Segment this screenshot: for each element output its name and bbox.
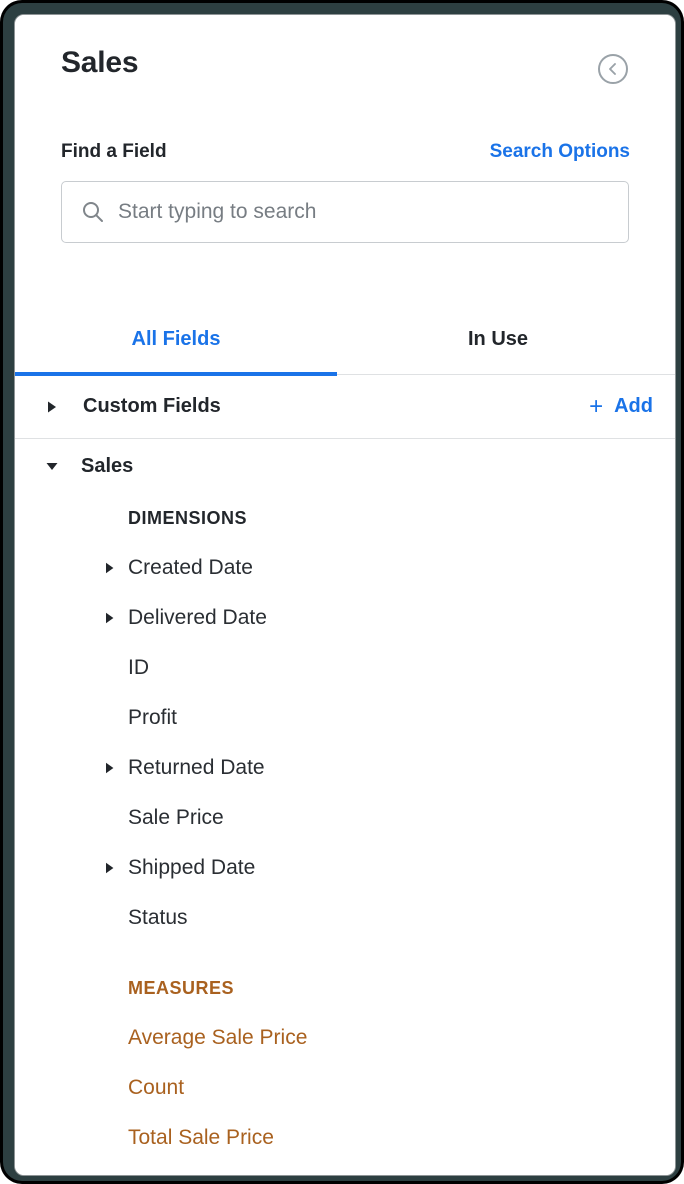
device-bezel: Sales Find a Field Search Options Start … xyxy=(3,3,681,1181)
field-row[interactable]: Created Date xyxy=(15,543,675,593)
add-button-label: Add xyxy=(614,395,653,417)
field-row[interactable]: Delivered Date xyxy=(15,593,675,643)
find-a-field-label: Find a Field xyxy=(61,141,167,162)
field-row[interactable]: Average Sale Price xyxy=(15,1013,675,1063)
caret-right-icon[interactable] xyxy=(101,562,119,574)
field-label: Total Sale Price xyxy=(128,1126,274,1149)
field-tabs: All Fields In Use xyxy=(15,303,675,375)
add-custom-field-button[interactable]: + Add xyxy=(589,392,653,420)
field-label: Count xyxy=(128,1076,185,1099)
section-heading-dimension: DIMENSIONS xyxy=(128,507,248,528)
field-label: Sale Price xyxy=(128,806,224,829)
field-label: Average Sale Price xyxy=(128,1026,308,1049)
field-label: Delivered Date xyxy=(128,606,267,629)
field-label: Profit xyxy=(128,706,178,729)
caret-right-icon[interactable] xyxy=(101,862,119,874)
field-row[interactable]: Status xyxy=(15,893,675,943)
device-frame: Sales Find a Field Search Options Start … xyxy=(0,0,684,1184)
caret-down-icon[interactable] xyxy=(43,461,61,472)
field-row[interactable]: Total Sale Price xyxy=(15,1113,675,1163)
field-list: DIMENSIONS Created Date Delivered Date ID Pr… xyxy=(15,493,675,1163)
field-row[interactable]: Shipped Date xyxy=(15,843,675,893)
custom-fields-label: Custom Fields xyxy=(83,395,221,417)
panel-header: Sales xyxy=(15,15,675,115)
field-label: Returned Date xyxy=(128,756,265,779)
field-label: Status xyxy=(128,906,188,929)
plus-icon: + xyxy=(589,392,604,420)
field-row[interactable]: ID xyxy=(15,643,675,693)
field-label: Shipped Date xyxy=(128,856,256,879)
search-field[interactable] xyxy=(61,181,629,243)
tab-all-fields[interactable]: All Fields xyxy=(15,303,337,375)
field-row[interactable]: Count xyxy=(15,1063,675,1113)
device-screen: Sales Find a Field Search Options Start … xyxy=(14,14,676,1176)
caret-right-icon[interactable] xyxy=(101,612,119,624)
field-row[interactable]: Returned Date xyxy=(15,743,675,793)
search-icon xyxy=(62,199,124,225)
custom-fields-row[interactable]: Custom Fields + Add xyxy=(15,375,675,438)
caret-right-icon[interactable] xyxy=(43,401,61,413)
field-row[interactable]: Sale Price xyxy=(15,793,675,843)
section-heading-measure: MEASURES xyxy=(128,977,235,998)
chevron-left-circle-icon[interactable] xyxy=(598,54,628,84)
tab-in-use[interactable]: In Use xyxy=(337,303,659,375)
caret-right-icon[interactable] xyxy=(101,762,119,774)
group-row-sales[interactable]: Sales xyxy=(15,439,675,493)
group-label: Sales xyxy=(81,454,134,477)
field-label: ID xyxy=(128,656,149,679)
search-options-link[interactable]: Search Options xyxy=(490,140,630,164)
field-browser-panel: Sales Find a Field Search Options Start … xyxy=(15,15,675,1175)
field-row[interactable]: Profit xyxy=(15,693,675,743)
field-label: Created Date xyxy=(128,556,253,579)
page-title: Sales xyxy=(61,46,139,79)
search-input[interactable] xyxy=(118,200,588,224)
